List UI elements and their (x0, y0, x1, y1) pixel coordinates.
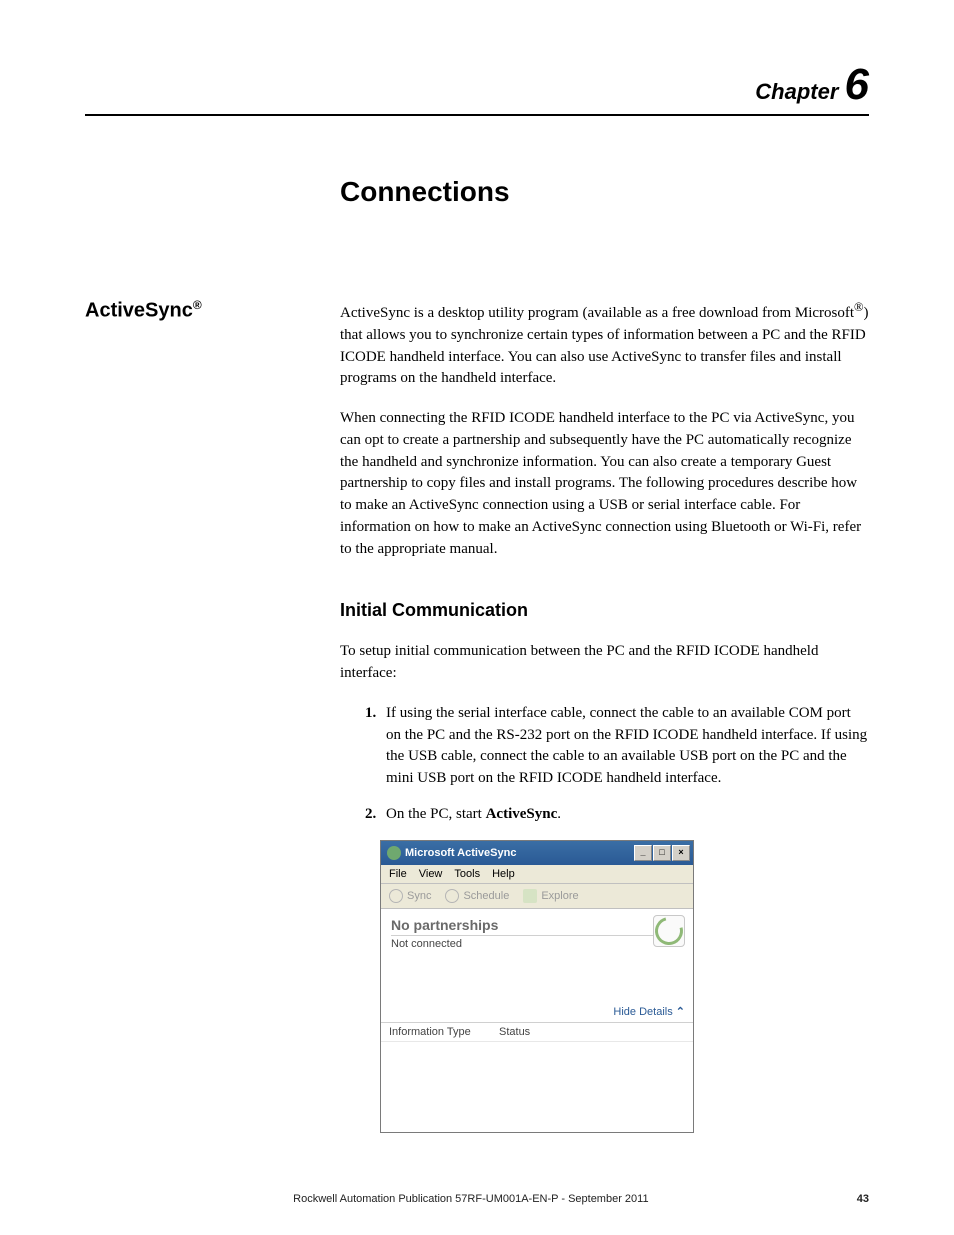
activesync-logo (653, 915, 685, 947)
minimize-button[interactable]: _ (634, 845, 652, 861)
maximize-button[interactable]: □ (653, 845, 671, 861)
details-panel: Information Type Status (381, 1022, 693, 1132)
menu-file[interactable]: File (389, 868, 407, 880)
step-item: If using the serial interface cable, con… (380, 703, 869, 790)
status-title: No partnerships (391, 917, 683, 936)
toolbar-explore[interactable]: Explore (523, 889, 578, 903)
steps-list: If using the serial interface cable, con… (340, 703, 869, 826)
details-body (381, 1042, 693, 1132)
menu-help[interactable]: Help (492, 868, 515, 880)
publication-id: Rockwell Automation Publication 57RF-UM0… (293, 1193, 648, 1205)
chapter-label: Chapter (755, 79, 838, 104)
body-paragraph-3: To setup initial communication between t… (340, 641, 869, 685)
step-item: On the PC, start ActiveSync. (380, 804, 869, 826)
toolbar: Sync Schedule Explore (381, 884, 693, 909)
activesync-icon (387, 846, 401, 860)
chapter-header: Chapter 6 (85, 60, 869, 116)
side-heading-text: ActiveSync (85, 300, 193, 322)
details-header: Information Type Status (381, 1023, 693, 1042)
subsection-heading: Initial Communication (340, 600, 869, 621)
side-heading: ActiveSync® (85, 298, 310, 323)
window-controls: _ □ × (633, 845, 690, 861)
chapter-number: 6 (845, 60, 869, 109)
menu-view[interactable]: View (419, 868, 443, 880)
close-button[interactable]: × (672, 845, 690, 861)
menu-tools[interactable]: Tools (454, 868, 480, 880)
column-status[interactable]: Status (499, 1026, 530, 1038)
registered-mark: ® (193, 298, 202, 312)
activesync-window: Microsoft ActiveSync _ □ × File View Too… (380, 840, 694, 1133)
column-info-type[interactable]: Information Type (389, 1026, 499, 1038)
chevron-up-icon: ⌃ (676, 1006, 685, 1018)
explore-icon (523, 889, 537, 903)
window-body: No partnerships Not connected (381, 909, 693, 1003)
hide-details-link[interactable]: Hide Details ⌃ (381, 1003, 693, 1022)
page-number: 43 (857, 1193, 869, 1205)
page-footer: Rockwell Automation Publication 57RF-UM0… (85, 1193, 869, 1205)
sync-icon (389, 889, 403, 903)
menu-bar: File View Tools Help (381, 865, 693, 884)
window-title: Microsoft ActiveSync (405, 847, 516, 859)
schedule-icon (445, 889, 459, 903)
toolbar-sync[interactable]: Sync (389, 889, 431, 903)
window-titlebar[interactable]: Microsoft ActiveSync _ □ × (381, 841, 693, 865)
page-title: Connections (340, 176, 869, 208)
body-paragraph-1: ActiveSync is a desktop utility program … (340, 298, 869, 390)
body-paragraph-2: When connecting the RFID ICODE handheld … (340, 408, 869, 560)
toolbar-schedule[interactable]: Schedule (445, 889, 509, 903)
status-subtitle: Not connected (391, 938, 683, 950)
registered-mark: ® (854, 300, 864, 314)
